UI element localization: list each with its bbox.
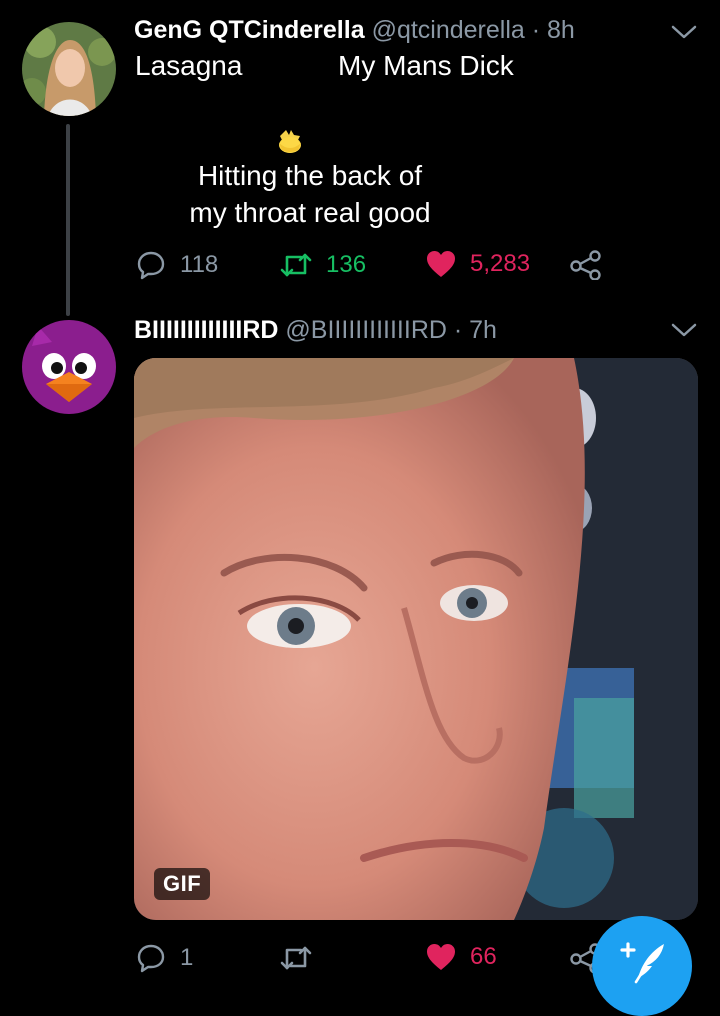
reply-icon [137, 944, 165, 973]
tweet-header: GenG QTCinderella @qtcinderella · 8h [134, 16, 575, 45]
gif-thumbnail-image [134, 358, 698, 920]
tweet-header: BIIIIIIIIIIIIIRD @BIIIIIIIIIIIIRD · 7h [134, 316, 497, 345]
chevron-down-icon[interactable] [670, 320, 698, 340]
display-name[interactable]: GenG QTCinderella [134, 16, 365, 44]
chick-emoji [279, 130, 301, 153]
like-count: 66 [470, 943, 497, 970]
compose-icon [620, 942, 664, 984]
heart-icon [427, 944, 455, 970]
compose-tweet-button[interactable] [592, 916, 692, 1016]
chevron-down-icon[interactable] [670, 22, 698, 42]
heart-icon [427, 251, 455, 277]
handle-and-time[interactable]: @qtcinderella · 8h [372, 16, 575, 44]
like-count: 5,283 [470, 250, 531, 277]
tweet-text-line-1: Hitting the back of [197, 160, 423, 191]
avatar-bird-icon [22, 320, 116, 414]
reply-button[interactable]: 118 [136, 250, 218, 280]
tweet-text-line-2: my throat real good [189, 197, 431, 228]
avatar[interactable] [22, 320, 116, 414]
reply-count: 1 [180, 944, 194, 971]
tweet-text-label-left: Lasagna [135, 50, 243, 81]
share-button[interactable] [570, 250, 602, 280]
avatar-photo [22, 22, 116, 116]
retweet-button[interactable] [280, 943, 312, 973]
retweet-button[interactable]: 136 [280, 250, 366, 280]
like-button[interactable]: 66 [426, 943, 497, 971]
share-icon [570, 250, 601, 280]
like-button[interactable]: 5,283 [426, 250, 530, 278]
gif-media[interactable]: GIF [134, 358, 698, 920]
retweet-icon [280, 253, 312, 277]
retweet-icon [280, 946, 312, 970]
reply-count: 118 [180, 251, 219, 278]
tweet-text-label-right: My Mans Dick [338, 50, 514, 81]
reply-button[interactable]: 1 [136, 943, 193, 973]
handle-and-time[interactable]: @BIIIIIIIIIIIIRD · 7h [285, 316, 497, 344]
gif-badge: GIF [154, 868, 211, 900]
retweet-count: 136 [326, 251, 367, 278]
display-name[interactable]: BIIIIIIIIIIIIIRD [134, 316, 278, 344]
avatar[interactable] [22, 22, 116, 116]
reply-icon [137, 251, 165, 280]
